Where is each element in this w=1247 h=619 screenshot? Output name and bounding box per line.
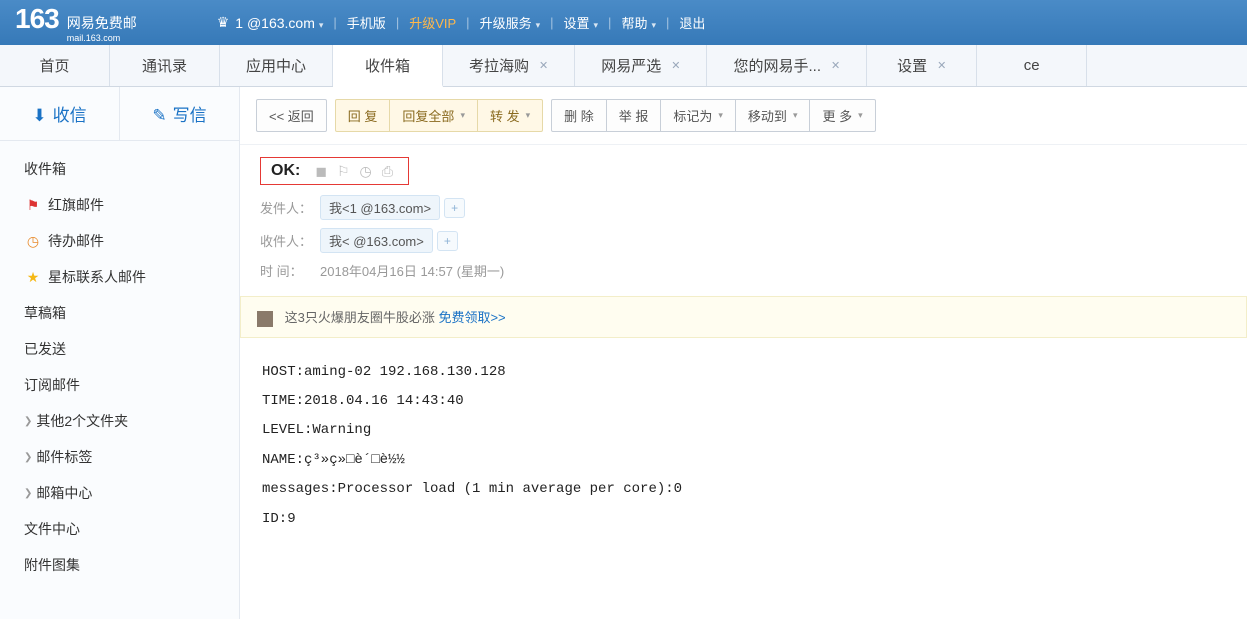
close-icon[interactable]: ✕ [937, 59, 946, 72]
chevron-right-icon: ❯ [24, 452, 32, 463]
crown-icon: ♛ [217, 14, 230, 31]
time-row: 时 间： 2018年04月16日 14:57 (星期一) [240, 257, 1247, 284]
time-value: 2018年04月16日 14:57 (星期一) [320, 261, 504, 280]
folder-inbox[interactable]: 收件箱 [0, 151, 239, 187]
folder-tags[interactable]: ❯邮件标签 [0, 439, 239, 475]
mobile-link[interactable]: 手机版 [347, 13, 386, 32]
mail-body: HOST:aming-02 192.168.130.128 TIME:2018.… [240, 338, 1247, 554]
tab-通讯录[interactable]: 通讯录 [110, 45, 220, 86]
receive-button[interactable]: ⬇收信 [0, 87, 120, 140]
chevron-down-icon: ▾ [460, 110, 465, 121]
tab-应用中心[interactable]: 应用中心 [220, 45, 333, 86]
promo-banner[interactable]: 这3只火爆朋友圈牛股必涨 免费领取>> [240, 296, 1247, 338]
folder-todo[interactable]: ◷待办邮件 [0, 223, 239, 259]
chevron-down-icon: ▾ [718, 110, 723, 121]
logo-number: 163 [15, 3, 59, 35]
tab-bar: 首页通讯录应用中心收件箱考拉海购✕网易严选✕您的网易手...✕设置✕ce [0, 45, 1247, 87]
vip-link[interactable]: 升级VIP [409, 13, 456, 32]
chevron-right-icon: ❯ [24, 416, 32, 427]
folder-other[interactable]: ❯其他2个文件夹 [0, 403, 239, 439]
folder-attachments[interactable]: 附件图集 [0, 547, 239, 583]
folder-drafts[interactable]: 草稿箱 [0, 295, 239, 331]
add-to-button[interactable]: + [437, 231, 458, 251]
folder-starred[interactable]: ★星标联系人邮件 [0, 259, 239, 295]
logo[interactable]: 163 网易免费邮 mail.163.com [15, 3, 137, 43]
compose-button[interactable]: ✎写信 [120, 87, 239, 140]
print-icon[interactable]: ⎙ [382, 163, 393, 180]
star-icon: ★ [24, 269, 42, 286]
more-button[interactable]: 更 多▾ [809, 99, 875, 132]
from-row: 发件人： 我<1 @163.com> + [240, 191, 1247, 224]
chevron-down-icon: ▾ [858, 110, 863, 121]
mail-subject: OK: [271, 162, 300, 180]
close-icon[interactable]: ✕ [671, 59, 680, 72]
edit-icon: ✎ [152, 106, 166, 125]
from-chip[interactable]: 我<1 @163.com> [320, 195, 440, 220]
sidebar: ⬇收信 ✎写信 收件箱 ⚑红旗邮件 ◷待办邮件 ★星标联系人邮件 草稿箱 已发送… [0, 87, 240, 619]
settings-link[interactable]: 设置 [564, 13, 599, 32]
tab-您的网易手...[interactable]: 您的网易手...✕ [707, 45, 867, 86]
promo-link[interactable]: 免费领取>> [438, 310, 505, 325]
tab-ce[interactable]: ce [977, 45, 1087, 86]
user-email[interactable]: 1 @163.com [235, 15, 323, 31]
forward-button[interactable]: 转 发▾ [477, 99, 543, 132]
clock-icon: ◷ [24, 233, 42, 250]
tab-收件箱[interactable]: 收件箱 [333, 45, 443, 87]
clock-outline-icon[interactable]: ◷ [360, 163, 372, 180]
mail-content: << 返回 回 复 回复全部▾ 转 发▾ 删 除 举 报 标记为▾ 移动到▾ 更… [240, 87, 1247, 619]
moveto-button[interactable]: 移动到▾ [735, 99, 811, 132]
logo-cn: 网易免费邮 [67, 15, 137, 31]
tab-设置[interactable]: 设置✕ [867, 45, 977, 86]
to-chip[interactable]: 我< @163.com> [320, 228, 433, 253]
chevron-right-icon: ❯ [24, 488, 32, 499]
close-icon[interactable]: ✕ [539, 59, 548, 72]
top-header: 163 网易免费邮 mail.163.com ♛ 1 @163.com | 手机… [0, 0, 1247, 45]
folder-sent[interactable]: 已发送 [0, 331, 239, 367]
help-link[interactable]: 帮助 [621, 13, 656, 32]
folder-center[interactable]: ❯邮箱中心 [0, 475, 239, 511]
download-icon: ⬇ [32, 106, 46, 125]
markas-button[interactable]: 标记为▾ [660, 99, 736, 132]
flag-icon: ⚑ [24, 197, 42, 214]
delete-button[interactable]: 删 除 [551, 99, 607, 132]
close-icon[interactable]: ✕ [831, 59, 840, 72]
logo-en: mail.163.com [67, 33, 137, 43]
flag-outline-icon[interactable]: ⚐ [337, 163, 350, 180]
reply-button[interactable]: 回 复 [335, 99, 391, 132]
folder-flagged[interactable]: ⚑红旗邮件 [0, 187, 239, 223]
logout-link[interactable]: 退出 [679, 13, 705, 32]
chevron-down-icon: ▾ [526, 110, 531, 121]
folder-filecenter[interactable]: 文件中心 [0, 511, 239, 547]
back-button[interactable]: << 返回 [256, 99, 327, 132]
promo-thumb-icon [257, 311, 273, 327]
reply-all-button[interactable]: 回复全部▾ [389, 99, 478, 132]
tab-考拉海购[interactable]: 考拉海购✕ [443, 45, 575, 86]
add-from-button[interactable]: + [444, 198, 465, 218]
bookmark-icon[interactable]: ◼ [315, 163, 327, 180]
subject-box: OK: ◼ ⚐ ◷ ⎙ [260, 157, 409, 185]
report-button[interactable]: 举 报 [606, 99, 662, 132]
mail-toolbar: << 返回 回 复 回复全部▾ 转 发▾ 删 除 举 报 标记为▾ 移动到▾ 更… [240, 87, 1247, 145]
folder-subscribe[interactable]: 订阅邮件 [0, 367, 239, 403]
tab-网易严选[interactable]: 网易严选✕ [575, 45, 707, 86]
to-row: 收件人： 我< @163.com> + [240, 224, 1247, 257]
tab-首页[interactable]: 首页 [0, 45, 110, 86]
upgrade-service-link[interactable]: 升级服务 [480, 13, 541, 32]
chevron-down-icon: ▾ [793, 110, 798, 121]
